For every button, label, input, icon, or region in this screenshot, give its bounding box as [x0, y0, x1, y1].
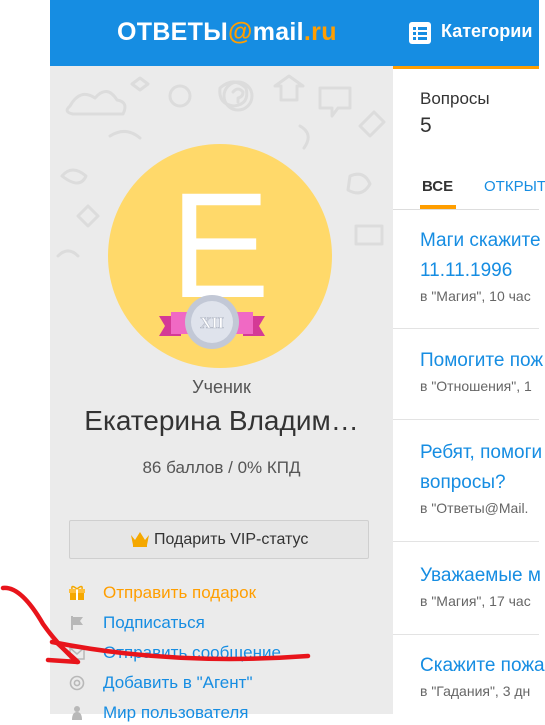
logo-ru: ru — [311, 18, 337, 46]
question-title[interactable]: Помогите пож — [420, 346, 545, 376]
tab-open[interactable]: ОТКРЫТ — [484, 178, 545, 195]
logo-text: ОТВЕТЫ — [117, 18, 228, 46]
red-annotation-arrow — [0, 585, 311, 665]
question-title[interactable]: Ребят, помоги — [420, 438, 545, 468]
logo-at: @ — [228, 18, 253, 46]
question-meta: в "Магия", 10 час — [420, 288, 531, 304]
logo-mail: mail — [252, 18, 304, 46]
gift-vip-button[interactable]: Подарить VIP-статус — [69, 520, 369, 559]
questions-stat-count: 5 — [420, 114, 432, 137]
question-meta: в "Ответы@Mail. — [420, 500, 529, 516]
tab-all[interactable]: ВСЕ — [422, 178, 453, 195]
user-rank: Ученик — [192, 377, 251, 397]
divider — [393, 541, 539, 542]
questions-panel: Вопросы 5 ВСЕ ОТКРЫТ Маги скажите 11.11.… — [393, 66, 545, 714]
user-world-label: Мир пользователя — [103, 703, 249, 722]
question-meta: в "Гадания", 3 дн — [420, 683, 531, 699]
accent-line — [393, 66, 539, 69]
crown-icon — [131, 532, 149, 547]
rank-roman: XII — [200, 315, 224, 332]
rank-badge-icon: XII — [159, 295, 265, 349]
question-meta: в "Отношения", 1 — [420, 378, 532, 394]
question-title-line2[interactable]: вопросы? — [420, 468, 545, 498]
question-item[interactable]: Ребят, помоги вопросы? в "Ответы@Mail. — [420, 438, 545, 516]
question-item[interactable]: Скажите пожа в "Гадания", 3 дн — [420, 651, 545, 699]
vip-label: Подарить VIP-статус — [154, 531, 309, 548]
divider — [393, 419, 539, 420]
tabs-divider — [393, 209, 539, 210]
divider — [393, 634, 539, 635]
question-item[interactable]: Уважаемые м в "Магия", 17 час — [420, 561, 545, 609]
question-title[interactable]: Скажите пожа — [420, 651, 545, 681]
user-name: Екатерина Владим… — [84, 405, 359, 436]
top-header: ОТВЕТЫ@mail.ru Категории — [50, 0, 539, 66]
question-title[interactable]: Уважаемые м — [420, 561, 545, 591]
list-icon — [409, 22, 431, 44]
questions-stat-label: Вопросы — [420, 89, 490, 108]
question-item[interactable]: Маги скажите 11.11.1996 в "Магия", 10 ча… — [420, 226, 545, 304]
divider — [393, 328, 539, 329]
categories-label: Категории — [441, 21, 533, 41]
question-title-line2[interactable]: 11.11.1996 — [420, 256, 545, 286]
site-logo[interactable]: ОТВЕТЫ@mail.ru — [117, 18, 337, 47]
question-item[interactable]: Помогите пож в "Отношения", 1 — [420, 346, 545, 394]
question-title[interactable]: Маги скажите — [420, 226, 545, 256]
question-meta: в "Магия", 17 час — [420, 593, 531, 609]
person-icon — [72, 706, 82, 720]
user-score: 86 баллов / 0% КПД — [142, 458, 301, 477]
